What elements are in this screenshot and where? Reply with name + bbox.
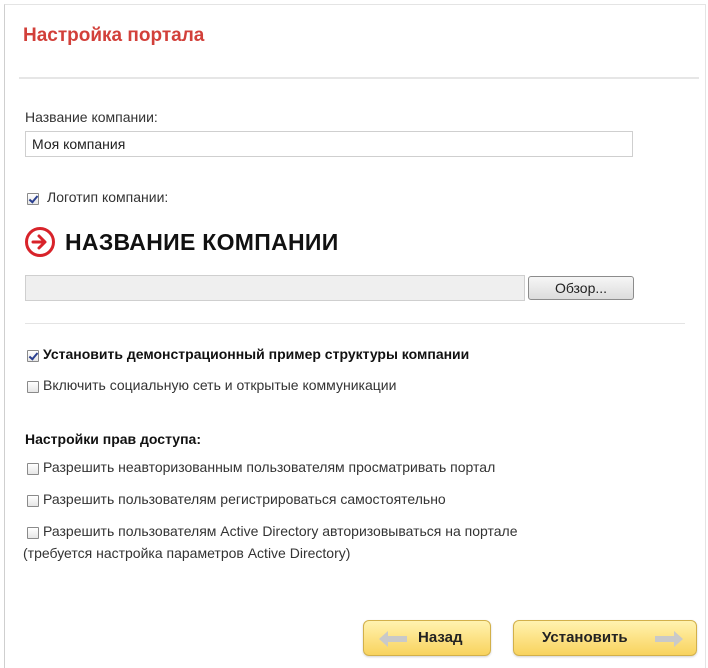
setup-panel: Настройка портала Название компании: Моя… (4, 4, 706, 668)
arrow-left-icon (379, 631, 407, 647)
access-heading: Настройки прав доступа: (25, 431, 201, 447)
active-directory-note: (требуется настройка параметров Active D… (23, 545, 351, 561)
logo-file-input[interactable] (25, 275, 525, 301)
demo-structure-label: Установить демонстрационный пример струк… (43, 346, 470, 362)
demo-structure-checkbox[interactable] (27, 350, 39, 362)
logo-text: НАЗВАНИЕ КОМПАНИИ (65, 229, 339, 255)
access-label-self-register: Разрешить пользователям регистрироваться… (43, 491, 446, 507)
title-divider (19, 77, 699, 79)
install-button-label: Установить (542, 629, 628, 646)
company-name-label: Название компании: (25, 109, 158, 125)
social-network-checkbox[interactable] (27, 381, 39, 393)
page-title: Настройка портала (23, 25, 205, 46)
access-label-anonymous-view: Разрешить неавторизованным пользователям… (43, 459, 496, 475)
access-checkbox-active-directory[interactable] (27, 527, 39, 539)
section-divider (25, 323, 685, 324)
company-name-input[interactable]: Моя компания (25, 131, 633, 157)
social-network-label: Включить социальную сеть и открытые комм… (43, 377, 397, 393)
circle-arrow-right-icon (25, 227, 55, 257)
access-checkbox-anonymous-view[interactable] (27, 463, 39, 475)
access-label-active-directory: Разрешить пользователям Active Directory… (43, 523, 518, 539)
logo-checkbox-label: Логотип компании: (47, 189, 169, 205)
back-button-label: Назад (418, 629, 463, 646)
install-button[interactable]: Установить (513, 620, 697, 656)
browse-button[interactable]: Обзор... (528, 276, 634, 300)
arrow-right-icon (655, 631, 683, 647)
access-checkbox-self-register[interactable] (27, 495, 39, 507)
logo-checkbox[interactable] (27, 193, 39, 205)
back-button[interactable]: Назад (363, 620, 491, 656)
